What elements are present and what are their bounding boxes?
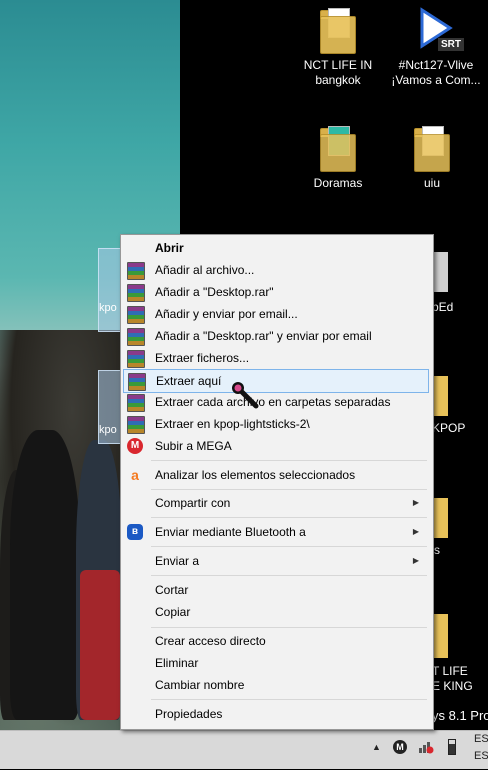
menu-item-send-to[interactable]: Enviar a ▶ — [123, 550, 429, 572]
battery-icon[interactable] — [448, 739, 456, 755]
menu-separator — [151, 489, 427, 490]
menu-item-label: Compartir con — [155, 496, 231, 510]
menu-item-cut[interactable]: Cortar — [123, 579, 429, 601]
menu-item-add-desktop-rar-and-email[interactable]: Añadir a "Desktop.rar" y enviar por emai… — [123, 325, 429, 347]
menu-item-label: Enviar a — [155, 554, 200, 568]
menu-item-share-with[interactable]: Compartir con ▶ — [123, 492, 429, 514]
menu-item-label: Analizar los elementos seleccionados — [155, 468, 356, 482]
menu-item-extract-each-separate[interactable]: Extraer cada archivo en carpetas separad… — [123, 391, 429, 413]
menu-separator — [151, 460, 427, 461]
menu-item-open[interactable]: Abrir — [123, 237, 429, 259]
desktop-icon-label: uiu — [423, 176, 440, 190]
menu-item-label: Extraer aquí — [156, 374, 222, 388]
menu-item-label: Cortar — [155, 583, 189, 597]
windows-version-watermark: ys 8.1 Pro — [432, 708, 488, 723]
menu-item-extract-files[interactable]: Extraer ficheros... — [123, 347, 429, 369]
winrar-icon — [127, 394, 145, 412]
media-play-icon: SRT — [416, 6, 464, 54]
winrar-icon — [127, 350, 145, 368]
desktop-icon-srt-file[interactable]: SRT #Nct127-Vlive ¡Vamos a Com... — [388, 6, 484, 88]
partial-label-s: s — [434, 543, 440, 557]
menu-item-label: Enviar mediante Bluetooth a — [155, 525, 306, 539]
menu-item-send-bluetooth[interactable]: ʙ Enviar mediante Bluetooth a ▶ — [123, 521, 429, 543]
partial-label-bed: bEd — [432, 300, 454, 314]
menu-separator — [151, 627, 427, 628]
menu-item-create-shortcut[interactable]: Crear acceso directo — [123, 630, 429, 652]
menu-item-label: Cambiar nombre — [155, 678, 245, 692]
desktop-icon-doramas[interactable]: Doramas — [296, 124, 380, 191]
winrar-icon — [127, 306, 145, 324]
menu-item-label: Subir a MEGA — [155, 439, 232, 453]
menu-item-label: Extraer cada archivo en carpetas separad… — [155, 395, 391, 409]
desktop-icon-label: bangkok — [315, 73, 361, 87]
submenu-arrow-icon: ▶ — [412, 556, 419, 565]
menu-item-label: Añadir a "Desktop.rar" y enviar por emai… — [155, 329, 372, 343]
selected-file-2-label: kpo — [99, 424, 117, 436]
menu-item-add-to-desktop-rar[interactable]: Añadir a "Desktop.rar" — [123, 281, 429, 303]
folder-icon — [412, 124, 452, 172]
partial-icon-kpop[interactable] — [432, 376, 448, 416]
partial-label-kpop: KPOP — [432, 421, 466, 435]
language-indicator-bottom[interactable]: ES — [474, 750, 488, 770]
mega-icon: M — [127, 438, 143, 454]
tray-overflow-button[interactable]: ▲ — [372, 742, 381, 762]
lightstick-cursor-icon — [230, 380, 260, 410]
context-menu: Abrir Añadir al archivo... Añadir a "Des… — [120, 234, 434, 730]
menu-item-copy[interactable]: Copiar — [123, 601, 429, 623]
partial-icon-life[interactable] — [432, 614, 448, 658]
desktop-icon-nct-life[interactable]: NCT LIFE IN bangkok — [296, 6, 380, 88]
menu-item-label: Copiar — [155, 605, 191, 619]
menu-item-label: Extraer ficheros... — [155, 351, 250, 365]
menu-item-rename[interactable]: Cambiar nombre — [123, 674, 429, 696]
menu-item-label: Abrir — [155, 241, 184, 255]
menu-item-upload-mega[interactable]: M Subir a MEGA — [123, 435, 429, 457]
menu-item-label: Extraer en kpop-lightsticks-2\ — [155, 417, 310, 431]
folder-icon — [318, 6, 358, 54]
menu-item-label: Añadir y enviar por email... — [155, 307, 298, 321]
menu-separator — [151, 517, 427, 518]
partial-label-life-2: E KING — [432, 679, 473, 693]
menu-item-label: Propiedades — [155, 707, 223, 721]
desktop-icon-label: NCT LIFE IN — [303, 58, 373, 72]
menu-separator — [151, 575, 427, 576]
wallpaper-person-2 — [10, 430, 80, 720]
wallpaper-person-3-pants — [80, 570, 120, 720]
bluetooth-icon: ʙ — [127, 524, 143, 540]
menu-item-add-to-archive[interactable]: Añadir al archivo... — [123, 259, 429, 281]
desktop-icon-uiu[interactable]: uiu — [390, 124, 474, 191]
mega-tray-icon[interactable]: M — [393, 740, 407, 754]
partial-label-life-1: T LIFE — [432, 664, 468, 678]
desktop-icon-label: #Nct127-Vlive — [398, 58, 474, 72]
network-disconnected-icon[interactable] — [418, 740, 434, 754]
menu-item-extract-here[interactable]: Extraer aquí — [123, 369, 429, 393]
winrar-icon — [128, 373, 146, 391]
menu-item-label: Añadir a "Desktop.rar" — [155, 285, 274, 299]
menu-item-add-and-email[interactable]: Añadir y enviar por email... — [123, 303, 429, 325]
menu-item-label: Añadir al archivo... — [155, 263, 255, 277]
menu-item-extract-to-folder[interactable]: Extraer en kpop-lightsticks-2\ — [123, 413, 429, 435]
menu-item-label: Crear acceso directo — [155, 634, 266, 648]
partial-icon-bed[interactable] — [432, 252, 448, 292]
taskbar — [0, 730, 488, 769]
folder-icon — [318, 124, 358, 172]
winrar-icon — [127, 284, 145, 302]
desktop-icon-label: Doramas — [313, 176, 363, 190]
menu-separator — [151, 546, 427, 547]
desktop-icon-label: ¡Vamos a Com... — [391, 73, 481, 87]
submenu-arrow-icon: ▶ — [412, 498, 419, 507]
menu-item-avast-scan[interactable]: a Analizar los elementos seleccionados — [123, 464, 429, 486]
menu-item-label: Eliminar — [155, 656, 199, 670]
winrar-icon — [127, 416, 145, 434]
menu-item-delete[interactable]: Eliminar — [123, 652, 429, 674]
winrar-icon — [127, 262, 145, 280]
srt-badge: SRT — [438, 38, 464, 51]
menu-separator — [151, 699, 427, 700]
avast-icon: a — [131, 467, 139, 483]
partial-icon-s[interactable] — [432, 498, 448, 538]
menu-item-properties[interactable]: Propiedades — [123, 703, 429, 725]
winrar-icon — [127, 328, 145, 346]
selected-file-1-label: kpo — [99, 302, 117, 314]
submenu-arrow-icon: ▶ — [412, 527, 419, 536]
